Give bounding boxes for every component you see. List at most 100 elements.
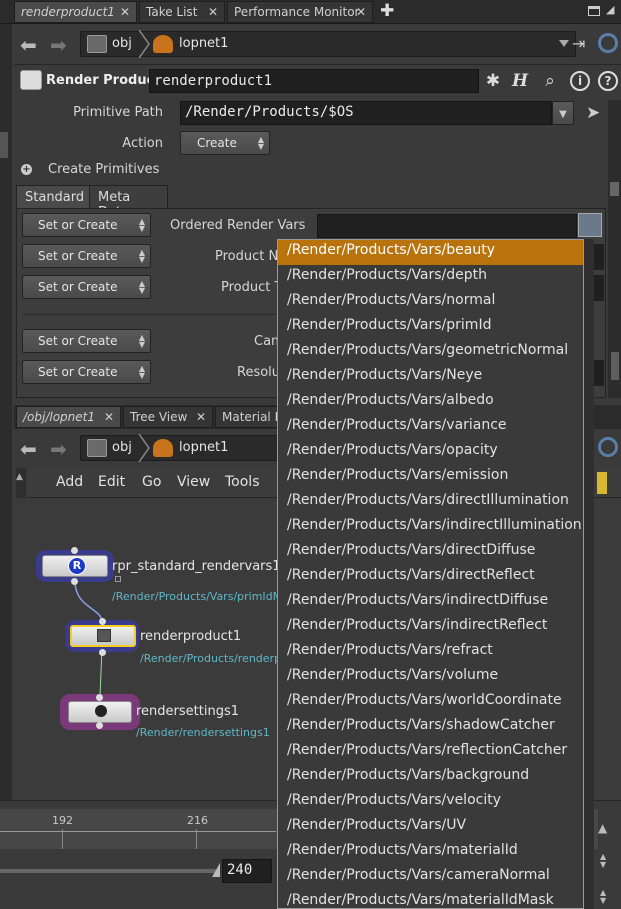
gear-icon[interactable]: ✱ [483,71,503,91]
menu-edit[interactable]: Edit [98,474,125,490]
dropdown-item[interactable]: /Render/Products/Vars/depth [278,265,583,290]
search-icon[interactable]: ⌕ [540,71,560,91]
node-input-connector[interactable] [96,694,103,701]
help-icon[interactable]: ? [598,71,618,91]
dropdown-item[interactable]: /Render/Products/Vars/materialId [278,840,583,865]
product-type-field-edge[interactable] [594,275,604,301]
create-primitives-folder[interactable]: Create Primitives [48,162,159,177]
dropdown-scrollbar[interactable] [584,239,594,909]
dropdown-item[interactable]: /Render/Products/Vars/indirectDiffuse [278,590,583,615]
maximize-icon[interactable] [588,6,600,16]
tab-performance-monitor[interactable]: Performance Monitor ✕ [227,1,373,23]
select-arrow-icon[interactable]: ➤ [586,103,600,123]
primitive-path-menu-button[interactable]: ▼ [552,101,574,125]
left-shelf-handle[interactable] [0,132,8,158]
close-icon[interactable]: ✕ [120,5,130,19]
forward-arrow-icon[interactable]: ➡ [50,33,67,57]
render-vars-menu-button[interactable] [578,213,602,237]
node-label[interactable]: renderproduct1 [140,629,241,644]
dropdown-item[interactable]: /Render/Products/Vars/reflectionCatcher [278,740,583,765]
dropdown-item[interactable]: /Render/Products/Vars/variance [278,415,583,440]
menu-tools[interactable]: Tools [225,474,260,490]
pin-icon[interactable]: ⇥ [572,34,585,53]
scrollbar-thumb-lower[interactable] [611,352,619,380]
breadcrumb-obj[interactable]: obj [112,440,132,455]
dropdown-item[interactable]: /Render/Products/Vars/indirectReflect [278,615,583,640]
back-arrow-icon[interactable]: ⬅ [20,437,37,461]
flag-icon[interactable] [597,472,607,494]
tab-standard[interactable]: Standard [16,185,90,209]
node-renderproduct1[interactable] [70,625,136,647]
dropdown-item[interactable]: /Render/Products/Vars/primId [278,315,583,340]
link-icon[interactable] [598,33,618,53]
dropdown-item[interactable]: /Render/Products/Vars/refract [278,640,583,665]
help-h-icon[interactable]: H [510,71,530,91]
close-icon[interactable]: ✕ [104,410,114,424]
close-icon[interactable]: ✕ [208,5,218,19]
tab-take-list[interactable]: Take List ✕ [139,1,225,23]
spinner-icon[interactable]: ▲ ▼ [600,889,606,905]
resolution-mode-button[interactable]: Set or Create ▲ ▼ [22,360,151,384]
network-breadcrumb[interactable]: obj lopnet1 [80,434,280,462]
breadcrumb[interactable]: obj lopnet1 [80,30,576,58]
node-name-field[interactable]: renderproduct1 [149,69,479,93]
network-menu-handle[interactable]: ▲ [16,468,26,498]
dropdown-item[interactable]: /Render/Products/Vars/materialIdMask [278,890,583,908]
node-output-connector[interactable] [71,578,78,585]
dropdown-item[interactable]: /Render/Products/Vars/geometricNormal [278,340,583,365]
dropdown-item[interactable]: /Render/Products/Vars/velocity [278,790,583,815]
dropdown-item[interactable]: /Render/Products/Vars/beauty [278,240,583,265]
dropdown-item[interactable]: /Render/Products/Vars/shadowCatcher [278,715,583,740]
primitive-path-field[interactable]: /Render/Products/$OS [180,101,552,125]
info-icon[interactable]: i [570,71,590,91]
pane-menu-icon[interactable]: ◢ [606,3,614,16]
node-rendersettings1[interactable] [68,701,132,723]
tab-renderproduct1[interactable]: renderproduct1 ✕ [14,1,137,23]
chevron-up-icon[interactable]: ▲ [598,821,607,835]
dropdown-item[interactable]: /Render/Products/Vars/indirectIlluminati… [278,515,583,540]
dropdown-item[interactable]: /Render/Products/Vars/normal [278,290,583,315]
expand-plus-icon[interactable]: + [21,164,32,175]
breadcrumb-lopnet[interactable]: lopnet1 [179,36,228,51]
menu-go[interactable]: Go [142,474,161,490]
dropdown-item[interactable]: /Render/Products/Vars/UV [278,815,583,840]
tab-material-palette[interactable]: Material Pa [215,406,285,428]
menu-add[interactable]: Add [56,474,83,490]
resolution-field-edge[interactable] [594,360,604,386]
camera-mode-button[interactable]: Set or Create ▲ ▼ [22,329,151,353]
range-handle-icon[interactable] [212,863,220,877]
tab-meta-data[interactable]: Meta Data [89,185,168,220]
close-icon[interactable]: ✕ [356,5,366,19]
add-tab-icon[interactable]: ✚ [380,1,394,21]
dropdown-item[interactable]: /Render/Products/Vars/directDiffuse [278,540,583,565]
dropdown-item[interactable]: /Render/Products/Vars/Neye [278,365,583,390]
tab-obj-lopnet1[interactable]: /obj/lopnet1 ✕ [16,406,121,428]
node-rpr-standard-rendervars1[interactable]: R [42,555,108,577]
back-arrow-icon[interactable]: ⬅ [20,33,37,57]
dropdown-item[interactable]: /Render/Products/Vars/volume [278,665,583,690]
dropdown-item[interactable]: /Render/Products/Vars/background [278,765,583,790]
node-output-connector[interactable] [99,649,106,656]
dropdown-item[interactable]: /Render/Products/Vars/albedo [278,390,583,415]
product-name-mode-button[interactable]: Set or Create ▲ ▼ [22,244,151,268]
dropdown-item[interactable]: /Render/Products/Vars/directReflect [278,565,583,590]
product-type-mode-button[interactable]: Set or Create ▲ ▼ [22,275,151,299]
action-menu-button[interactable]: Create ▲ ▼ [180,131,270,155]
breadcrumb-obj[interactable]: obj [112,36,132,51]
node-input-connector[interactable] [71,547,78,554]
link-icon[interactable] [598,437,618,457]
node-label[interactable]: rpr_standard_rendervars1 [112,559,281,574]
dropdown-item[interactable]: /Render/Products/Vars/opacity [278,440,583,465]
end-frame-field[interactable]: 240 [222,859,272,883]
spinner-icon[interactable]: ▲ ▼ [600,853,606,869]
ordered-render-vars-field[interactable] [317,214,577,238]
dropdown-item[interactable]: /Render/Products/Vars/emission [278,465,583,490]
range-slider[interactable] [0,869,216,873]
chevron-down-icon[interactable] [559,40,569,47]
scrollbar-thumb[interactable] [610,182,619,196]
node-input-connector[interactable] [99,618,106,625]
forward-arrow-icon[interactable]: ➡ [50,437,67,461]
close-icon[interactable]: ✕ [196,410,206,424]
menu-view[interactable]: View [177,474,210,490]
product-name-field-edge[interactable] [594,244,604,270]
